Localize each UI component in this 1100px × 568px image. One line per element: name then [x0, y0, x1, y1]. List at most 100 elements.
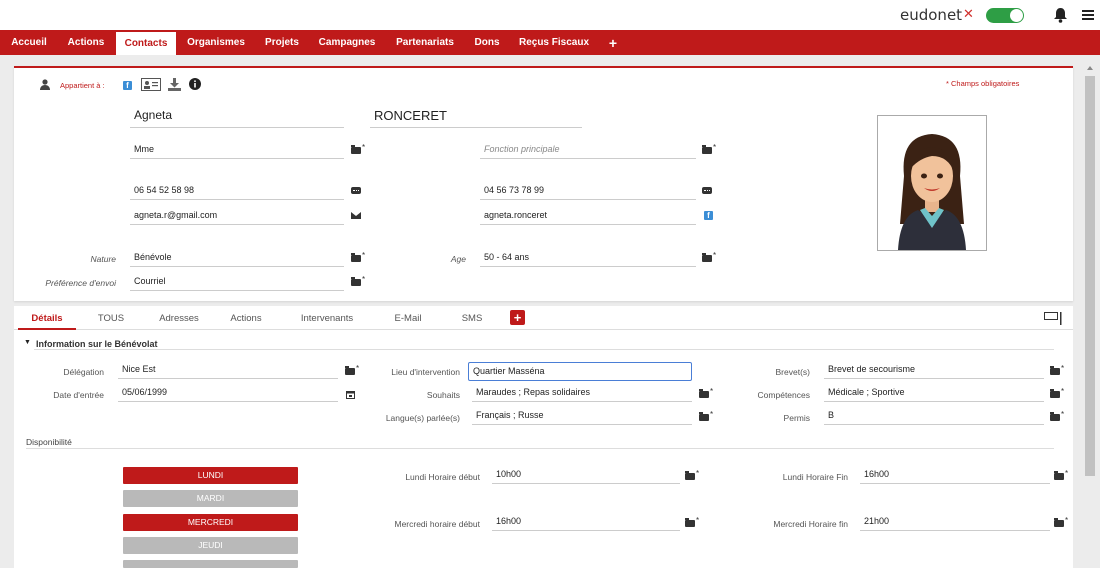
tab-tous[interactable]: TOUS	[86, 306, 136, 330]
first-name-field[interactable]: Agneta	[130, 108, 344, 128]
souhaits-field[interactable]: Maraudes ; Repas solidaires	[472, 387, 692, 402]
calendar-icon[interactable]	[346, 390, 355, 399]
tab-intervenants[interactable]: Intervenants	[290, 306, 364, 330]
scrollbar[interactable]	[1084, 62, 1096, 568]
age-field[interactable]: 50 - 64 ans	[480, 252, 696, 267]
tab-details[interactable]: Détails	[18, 306, 76, 330]
toggle-switch[interactable]	[986, 8, 1024, 23]
day-button-mercredi[interactable]: MERCREDI	[123, 514, 298, 531]
nav-campagnes[interactable]: Campagnes	[312, 30, 382, 55]
delegation-field[interactable]: Nice Est	[118, 364, 338, 379]
tab-email[interactable]: E-Mail	[382, 306, 434, 330]
folder-icon[interactable]	[685, 516, 699, 527]
tab-sms[interactable]: SMS	[450, 306, 494, 330]
folder-icon[interactable]	[1050, 387, 1064, 398]
details-card: Détails TOUS Adresses Actions Intervenan…	[14, 306, 1073, 568]
mail-icon[interactable]	[351, 212, 361, 219]
facebook-icon[interactable]: f	[704, 211, 713, 220]
appartient-label: Appartient à :	[60, 81, 105, 90]
day-button-mardi[interactable]: MARDI	[123, 490, 298, 507]
folder-icon[interactable]	[685, 469, 699, 480]
folder-icon[interactable]	[699, 410, 713, 421]
layout-toggle-icon[interactable]	[1044, 312, 1064, 325]
facebook-icon[interactable]: f	[123, 81, 132, 90]
folder-icon[interactable]	[351, 143, 365, 154]
brevet-field[interactable]: Brevet de secourisme	[824, 364, 1044, 379]
lieu-label: Lieu d'intervention	[391, 367, 460, 377]
mercredi-debut-label: Mercredi horaire début	[394, 519, 480, 529]
day-button-jeudi[interactable]: JEUDI	[123, 537, 298, 554]
permis-label: Permis	[783, 413, 810, 423]
collapse-icon[interactable]: ▼	[24, 339, 31, 346]
info-icon[interactable]	[189, 78, 201, 90]
required-fields-note: * Champs obligatoires	[946, 79, 1020, 88]
folder-icon[interactable]	[1054, 516, 1068, 527]
facebook-field[interactable]: agneta.ronceret	[480, 210, 696, 225]
nav-contacts[interactable]: Contacts	[116, 32, 176, 55]
folder-icon[interactable]	[1050, 410, 1064, 421]
vcard-icon[interactable]	[141, 78, 161, 91]
brevet-label: Brevet(s)	[775, 367, 810, 377]
mercredi-debut-field[interactable]: 16h00	[492, 516, 680, 531]
bell-icon[interactable]	[1053, 7, 1068, 23]
folder-icon[interactable]	[1054, 469, 1068, 480]
folder-icon[interactable]	[351, 251, 365, 262]
folder-icon[interactable]	[702, 143, 716, 154]
scrollbar-thumb[interactable]	[1085, 76, 1095, 476]
nature-label: Nature	[90, 254, 116, 264]
langues-field[interactable]: Français ; Russe	[472, 410, 692, 425]
folder-icon[interactable]	[345, 364, 359, 375]
delegation-label: Délégation	[63, 367, 104, 377]
date-entree-label: Date d'entrée	[53, 390, 104, 400]
lundi-debut-field[interactable]: 10h00	[492, 469, 680, 484]
phone2-field[interactable]: 04 56 73 78 99	[480, 185, 696, 200]
phone1-field[interactable]: 06 54 52 58 98	[130, 185, 344, 200]
folder-icon[interactable]	[699, 387, 713, 398]
lieu-field[interactable]: Quartier Masséna	[468, 362, 692, 381]
nav-accueil[interactable]: Accueil	[4, 30, 54, 55]
nav-dons[interactable]: Dons	[468, 30, 506, 55]
menu-icon[interactable]	[1082, 10, 1094, 20]
age-label: Age	[450, 254, 466, 264]
email-field[interactable]: agneta.r@gmail.com	[130, 210, 344, 225]
tab-actions[interactable]: Actions	[218, 306, 274, 330]
download-icon[interactable]	[168, 78, 181, 91]
fonction-field[interactable]: Fonction principale	[480, 144, 696, 159]
langues-label: Langue(s) parlée(s)	[385, 413, 460, 423]
competences-label: Compétences	[757, 390, 810, 400]
tab-adresses[interactable]: Adresses	[150, 306, 208, 330]
day-button-lundi[interactable]: LUNDI	[123, 467, 298, 484]
section-divider	[34, 349, 1054, 350]
folder-icon[interactable]	[351, 275, 365, 286]
competences-field[interactable]: Médicale ; Sportive	[824, 387, 1044, 402]
nature-field[interactable]: Bénévole	[130, 252, 344, 267]
add-tab-button[interactable]: +	[510, 310, 525, 325]
civility-field[interactable]: Mme	[130, 144, 344, 159]
lundi-debut-label: Lundi Horaire début	[405, 472, 480, 482]
sms-icon[interactable]	[702, 187, 712, 194]
date-entree-field[interactable]: 05/06/1999	[118, 387, 338, 402]
sms-icon[interactable]	[351, 187, 361, 194]
nav-recus-fiscaux[interactable]: Reçus Fiscaux	[512, 30, 596, 55]
day-button-next[interactable]	[123, 560, 298, 568]
mercredi-fin-field[interactable]: 21h00	[860, 516, 1050, 531]
contact-card: Appartient à : f * Champs obligatoires A…	[14, 66, 1073, 301]
nav-partenariats[interactable]: Partenariats	[388, 30, 462, 55]
scroll-up-icon[interactable]	[1087, 66, 1093, 70]
nav-projets[interactable]: Projets	[258, 30, 306, 55]
nav-add-button[interactable]: +	[602, 30, 624, 55]
avatar[interactable]	[877, 115, 987, 251]
avatar-image	[898, 134, 966, 250]
nav-organismes[interactable]: Organismes	[180, 30, 252, 55]
folder-icon[interactable]	[1050, 364, 1064, 375]
nav-actions[interactable]: Actions	[60, 30, 112, 55]
folder-icon[interactable]	[702, 251, 716, 262]
main-nav: Accueil Actions Contacts Organismes Proj…	[0, 30, 1100, 55]
last-name-field[interactable]: RONCERET	[370, 108, 582, 128]
preference-field[interactable]: Courriel	[130, 276, 344, 291]
lundi-fin-field[interactable]: 16h00	[860, 469, 1050, 484]
permis-field[interactable]: B	[824, 410, 1044, 425]
user-icon	[40, 79, 50, 90]
brand-mark: ✕	[963, 6, 974, 21]
section-title: Information sur le Bénévolat	[36, 339, 158, 349]
